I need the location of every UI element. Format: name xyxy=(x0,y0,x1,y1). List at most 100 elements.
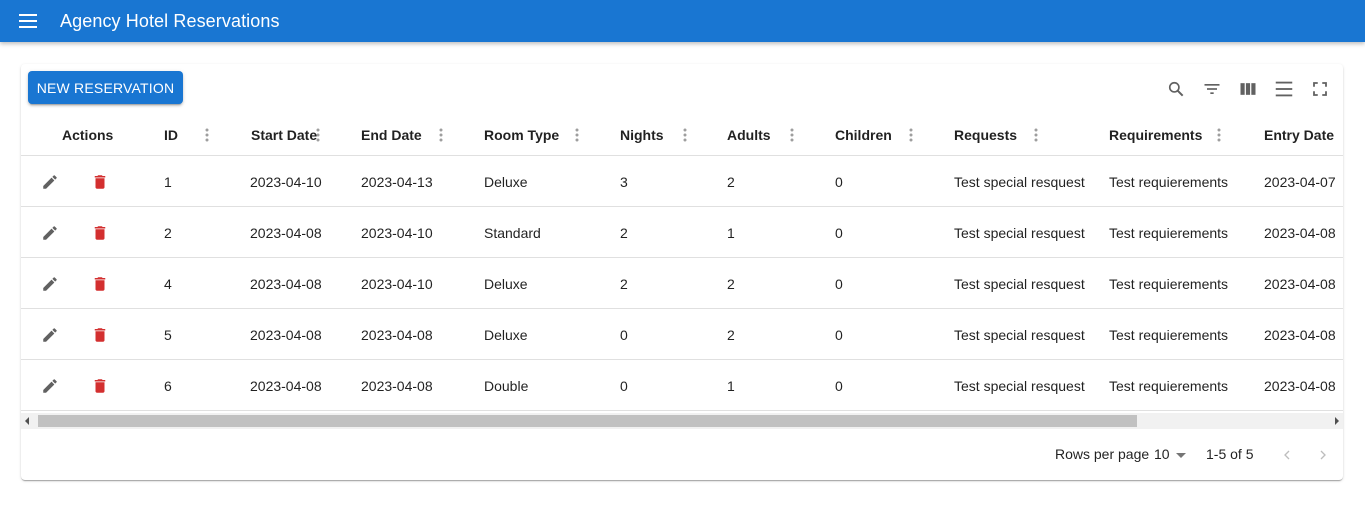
column-header-entry-date[interactable]: Entry Date xyxy=(1264,114,1334,156)
cell-room-type: Deluxe xyxy=(484,173,528,190)
column-menu-icon[interactable] xyxy=(199,127,215,143)
cell-adults: 1 xyxy=(727,377,735,394)
search-icon[interactable] xyxy=(1164,77,1188,101)
cell-adults: 2 xyxy=(727,326,735,343)
scroll-left-icon[interactable] xyxy=(25,417,29,425)
delete-icon[interactable] xyxy=(88,374,112,398)
cell-entry-date: 2023-04-08 xyxy=(1264,224,1336,241)
column-menu-icon[interactable] xyxy=(677,127,693,143)
app-bar: Agency Hotel Reservations xyxy=(0,0,1365,42)
cell-end-date: 2023-04-08 xyxy=(361,326,433,343)
cell-nights: 3 xyxy=(620,173,628,190)
cell-end-date: 2023-04-10 xyxy=(361,224,433,241)
scrollbar-thumb[interactable] xyxy=(38,415,1137,427)
cell-entry-date: 2023-04-08 xyxy=(1264,275,1336,292)
table-row[interactable]: 2 2023-04-08 2023-04-10 Standard 2 1 0 T… xyxy=(21,207,1343,258)
table-row[interactable]: 5 2023-04-08 2023-04-08 Deluxe 0 2 0 Tes… xyxy=(21,309,1343,360)
cell-room-type: Standard xyxy=(484,224,541,241)
cell-requirements: Test requierements xyxy=(1109,224,1229,241)
cell-id: 2 xyxy=(164,224,172,241)
cell-start-date: 2023-04-10 xyxy=(250,173,322,190)
delete-icon[interactable] xyxy=(88,323,112,347)
cell-requests: Test special resquest xyxy=(954,326,1085,343)
cell-end-date: 2023-04-10 xyxy=(361,275,433,292)
cell-room-type: Deluxe xyxy=(484,326,528,343)
edit-icon[interactable] xyxy=(38,221,62,245)
edit-icon[interactable] xyxy=(38,374,62,398)
menu-icon[interactable] xyxy=(14,7,42,35)
edit-icon[interactable] xyxy=(38,170,62,194)
reservations-grid: Actions ID Start Date End Date Room Type… xyxy=(21,114,1343,413)
cell-children: 0 xyxy=(835,377,843,394)
delete-icon[interactable] xyxy=(88,272,112,296)
new-reservation-button[interactable]: NEW RESERVATION xyxy=(28,71,183,104)
cell-nights: 2 xyxy=(620,275,628,292)
cell-id: 1 xyxy=(164,173,172,190)
cell-start-date: 2023-04-08 xyxy=(250,377,322,394)
column-header-room-type[interactable]: Room Type xyxy=(484,114,559,156)
cell-adults: 2 xyxy=(727,275,735,292)
cell-entry-date: 2023-04-07 xyxy=(1264,173,1336,190)
cell-start-date: 2023-04-08 xyxy=(250,275,322,292)
pagination-range: 1-5 of 5 xyxy=(1206,446,1254,462)
horizontal-scrollbar[interactable] xyxy=(21,413,1343,429)
pagination-footer: Rows per page 10 1-5 of 5 xyxy=(21,430,1343,480)
cell-start-date: 2023-04-08 xyxy=(250,224,322,241)
column-menu-icon[interactable] xyxy=(310,127,326,143)
grid-toolbar xyxy=(1164,77,1332,101)
delete-icon[interactable] xyxy=(88,221,112,245)
cell-requests: Test special resquest xyxy=(954,377,1085,394)
delete-icon[interactable] xyxy=(88,170,112,194)
column-menu-icon[interactable] xyxy=(569,127,585,143)
cell-requirements: Test requierements xyxy=(1109,173,1229,190)
rows-per-page-label: Rows per page xyxy=(1055,446,1150,462)
filter-icon[interactable] xyxy=(1200,77,1224,101)
column-header-requirements[interactable]: Requirements xyxy=(1109,114,1202,156)
column-header-end-date[interactable]: End Date xyxy=(361,114,422,156)
column-header-actions: Actions xyxy=(62,127,114,143)
column-header-requests[interactable]: Requests xyxy=(954,114,1017,156)
cell-children: 0 xyxy=(835,326,843,343)
cell-entry-date: 2023-04-08 xyxy=(1264,326,1336,343)
cell-adults: 2 xyxy=(727,173,735,190)
previous-page-button[interactable] xyxy=(1275,443,1299,467)
cell-children: 0 xyxy=(835,224,843,241)
table-row[interactable]: 6 2023-04-08 2023-04-08 Double 0 1 0 Tes… xyxy=(21,360,1343,411)
next-page-button[interactable] xyxy=(1311,443,1335,467)
column-header-id[interactable]: ID xyxy=(164,114,178,156)
column-header-adults[interactable]: Adults xyxy=(727,114,771,156)
cell-end-date: 2023-04-13 xyxy=(361,173,433,190)
cell-nights: 2 xyxy=(620,224,628,241)
table-row[interactable]: 4 2023-04-08 2023-04-10 Deluxe 2 2 0 Tes… xyxy=(21,258,1343,309)
column-header-start-date[interactable]: Start Date xyxy=(251,114,317,156)
column-header-row: Actions ID Start Date End Date Room Type… xyxy=(21,114,1343,156)
rows-per-page-select[interactable]: 10 xyxy=(1154,446,1186,462)
column-menu-icon[interactable] xyxy=(433,127,449,143)
cell-adults: 1 xyxy=(727,224,735,241)
column-menu-icon[interactable] xyxy=(903,127,919,143)
cell-nights: 0 xyxy=(620,377,628,394)
cell-requests: Test special resquest xyxy=(954,224,1085,241)
scroll-right-icon[interactable] xyxy=(1335,417,1339,425)
cell-id: 6 xyxy=(164,377,172,394)
density-icon[interactable] xyxy=(1272,77,1296,101)
column-menu-icon[interactable] xyxy=(1028,127,1044,143)
cell-id: 5 xyxy=(164,326,172,343)
cell-start-date: 2023-04-08 xyxy=(250,326,322,343)
cell-end-date: 2023-04-08 xyxy=(361,377,433,394)
cell-nights: 0 xyxy=(620,326,628,343)
cell-children: 0 xyxy=(835,275,843,292)
column-menu-icon[interactable] xyxy=(784,127,800,143)
column-header-nights[interactable]: Nights xyxy=(620,114,664,156)
column-header-children[interactable]: Children xyxy=(835,114,892,156)
column-menu-icon[interactable] xyxy=(1211,127,1227,143)
edit-icon[interactable] xyxy=(38,272,62,296)
cell-id: 4 xyxy=(164,275,172,292)
fullscreen-icon[interactable] xyxy=(1308,77,1332,101)
cell-children: 0 xyxy=(835,173,843,190)
caret-down-icon xyxy=(1175,452,1186,458)
columns-icon[interactable] xyxy=(1236,77,1260,101)
table-row[interactable]: 1 2023-04-10 2023-04-13 Deluxe 3 2 0 Tes… xyxy=(21,156,1343,207)
cell-requirements: Test requierements xyxy=(1109,326,1229,343)
edit-icon[interactable] xyxy=(38,323,62,347)
